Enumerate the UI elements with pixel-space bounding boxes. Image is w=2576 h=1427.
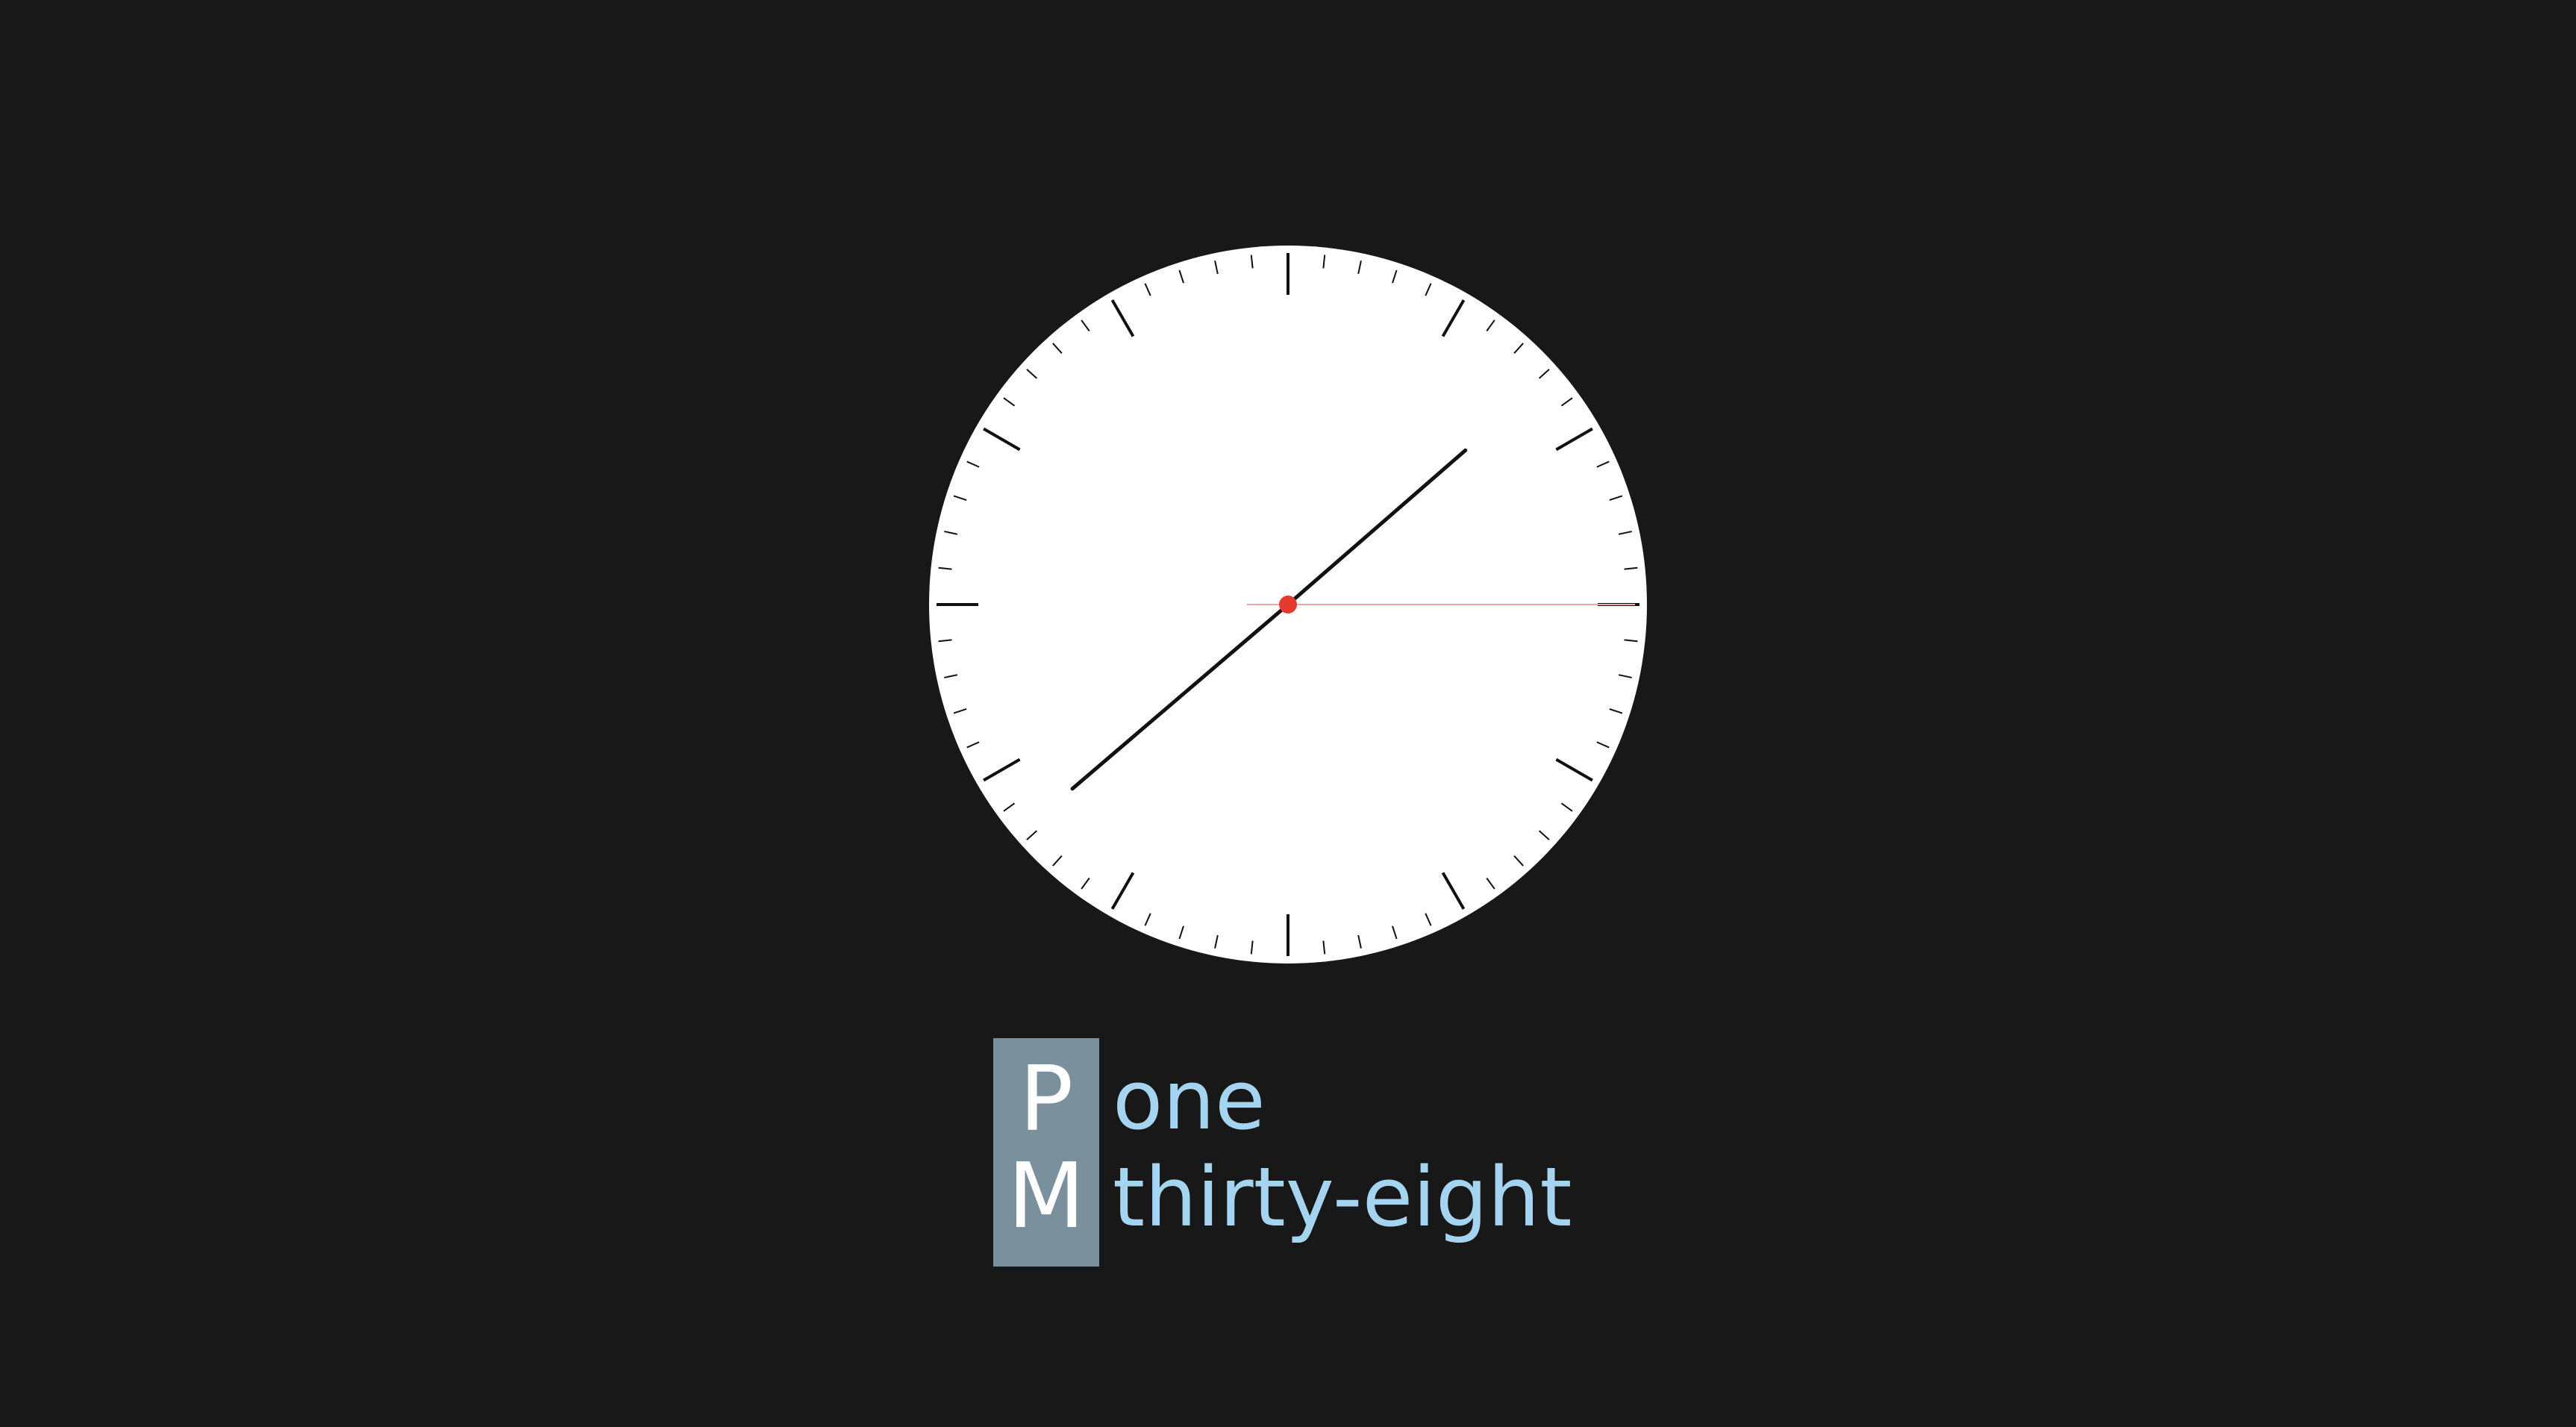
minute-word: thirty-eight	[1113, 1149, 1572, 1245]
word-clock-app: P M one thirty-eight	[0, 0, 2576, 1427]
ampm-badge: P M	[993, 1038, 1099, 1267]
ampm-letter-top: P	[1019, 1048, 1074, 1152]
ampm-letter-bottom: M	[1007, 1145, 1085, 1249]
center-pin	[1279, 596, 1297, 613]
hour-word: one	[1113, 1052, 1266, 1148]
